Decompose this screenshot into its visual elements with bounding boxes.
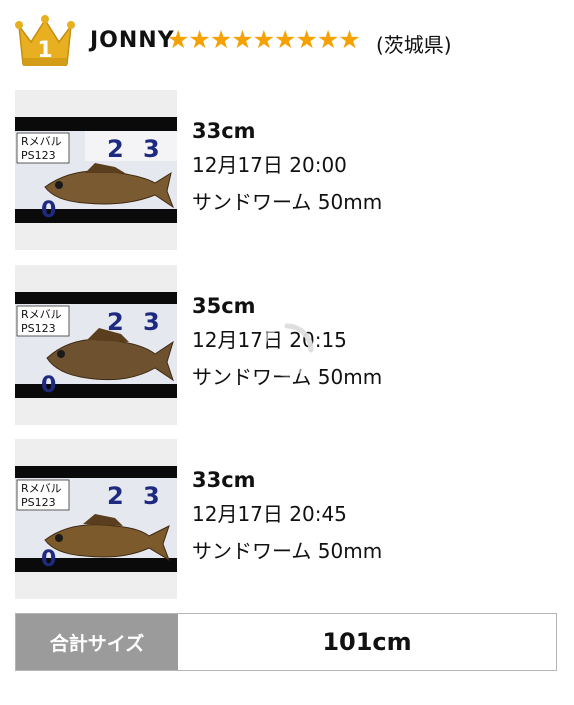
fish-photo[interactable]: Rメバル PS123 2 3 0 — [15, 466, 177, 572]
angler-header: 1 JONNY ★★★★★★★★★ (茨城県) — [15, 10, 560, 72]
svg-text:3: 3 — [143, 135, 160, 163]
total-size-row: 合計サイズ 101cm — [15, 613, 557, 671]
photo-label: Rメバル — [21, 482, 62, 495]
fish-photo[interactable]: Rメバル PS123 2 3 0 — [15, 117, 177, 223]
rank-number: 1 — [37, 38, 52, 63]
crown-icon: 1 — [15, 15, 75, 66]
catch-size: 35cm — [192, 294, 256, 318]
svg-text:0: 0 — [41, 547, 56, 572]
photo-label: Rメバル — [21, 308, 62, 321]
angler-name: JONNY — [90, 28, 175, 53]
svg-text:0: 0 — [41, 373, 56, 398]
svg-text:2: 2 — [107, 135, 124, 163]
catch-size: 33cm — [192, 468, 256, 492]
fish-photo[interactable]: Rメバル PS123 2 3 0 — [15, 292, 177, 398]
total-size-label: 合計サイズ — [16, 614, 178, 670]
loading-spinner-icon — [260, 323, 314, 377]
photo-label: PS123 — [21, 322, 56, 335]
total-size-value: 101cm — [322, 628, 412, 656]
svg-text:2: 2 — [107, 482, 124, 510]
catch-lure: サンドワーム 50mm — [192, 190, 383, 214]
catch-datetime: 12月17日 20:45 — [192, 502, 347, 526]
catch-datetime: 12月17日 20:00 — [192, 153, 347, 177]
prefecture: (茨城県) — [376, 33, 452, 57]
svg-text:3: 3 — [143, 482, 160, 510]
catch-info: 33cm 12月17日 20:45 サンドワーム 50mm — [192, 465, 382, 569]
catch-lure: サンドワーム 50mm — [192, 539, 383, 563]
star-rating: ★★★★★★★★★ — [167, 25, 361, 54]
photo-label: PS123 — [21, 496, 56, 509]
svg-text:3: 3 — [143, 308, 160, 336]
svg-text:0: 0 — [41, 198, 56, 223]
catch-size: 33cm — [192, 119, 256, 143]
photo-label: Rメバル — [21, 135, 62, 148]
photo-label: PS123 — [21, 149, 56, 162]
catch-entry[interactable]: Rメバル PS123 2 3 0 33cm 12月17日 20:45 サンドワー… — [15, 439, 560, 599]
catch-entry[interactable]: Rメバル PS123 2 3 0 33cm 12月17日 20:00 サンドワー… — [15, 90, 560, 250]
catch-info: 33cm 12月17日 20:00 サンドワーム 50mm — [192, 116, 382, 220]
